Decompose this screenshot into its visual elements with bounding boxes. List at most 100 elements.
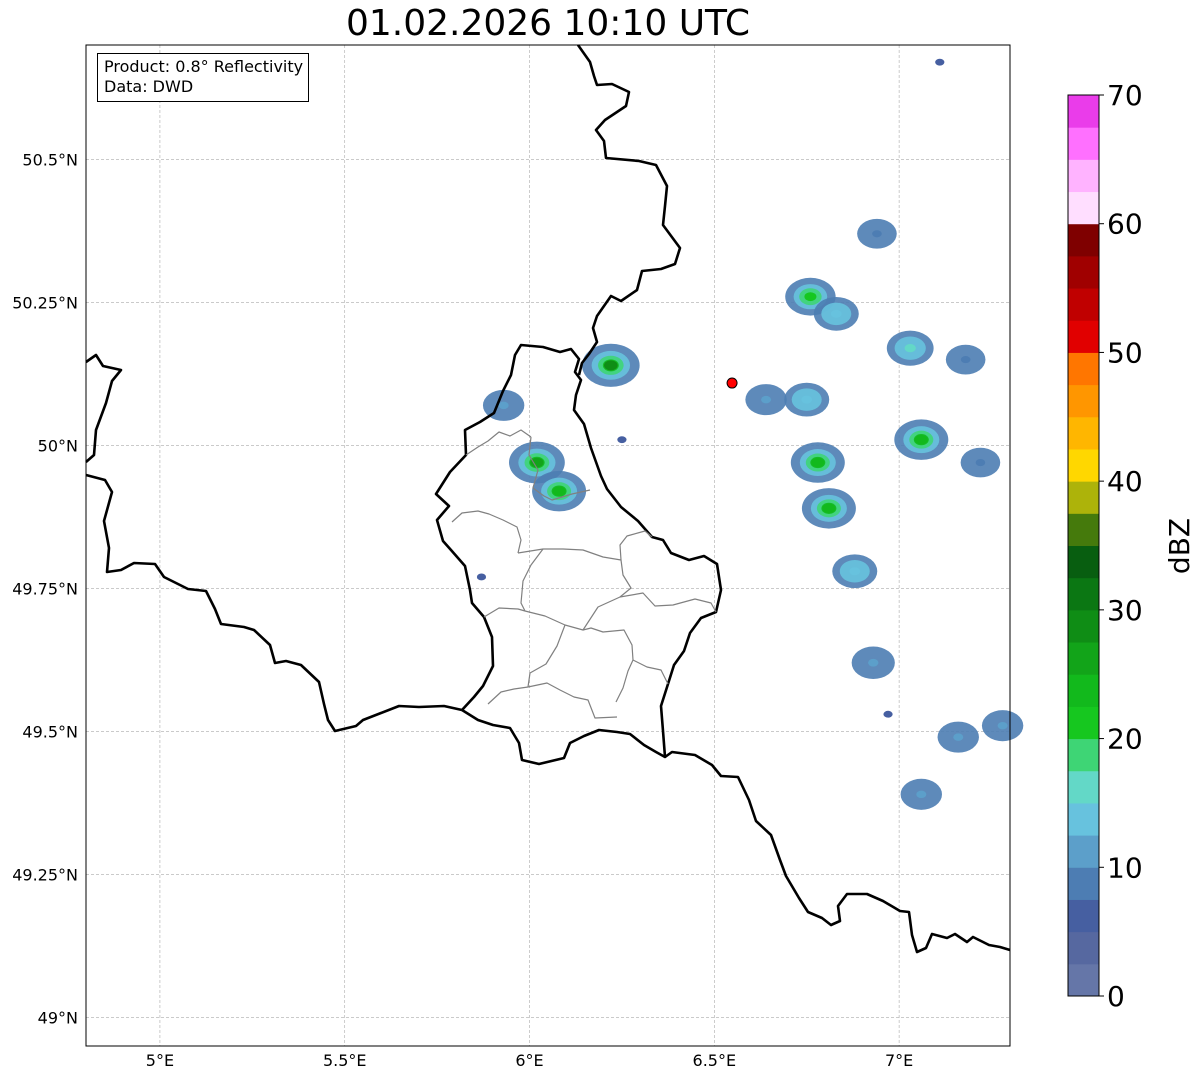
lat-tick-label: 49°N bbox=[38, 1008, 78, 1027]
colorbar-tick-label: 70 bbox=[1107, 79, 1143, 112]
colorbar-segment bbox=[1068, 255, 1099, 289]
echo-cell bbox=[857, 218, 897, 249]
colorbar-segment bbox=[1068, 642, 1099, 675]
echo-cell bbox=[937, 721, 979, 753]
echo-core bbox=[914, 434, 928, 445]
radar-site-marker bbox=[726, 377, 738, 389]
colorbar-segment bbox=[1068, 835, 1099, 868]
echo-cell bbox=[832, 554, 878, 589]
lat-tick-label: 49.5°N bbox=[22, 722, 78, 741]
colorbar-label: dBZ bbox=[1163, 518, 1196, 574]
radar-map: 5°E 5.5°E 6°E 6.5°E 7°E 49°N 49.25°N 49.5°N 49.7… bbox=[12, 44, 1196, 1070]
lat-tick-label: 50.25°N bbox=[12, 293, 78, 312]
colorbar-tick-label: 60 bbox=[1107, 208, 1143, 241]
echo-core bbox=[935, 58, 945, 66]
echo-cell bbox=[945, 344, 986, 375]
echo-cell bbox=[935, 58, 945, 66]
echo-core bbox=[822, 503, 836, 514]
echo-core bbox=[868, 658, 879, 667]
colorbar-segment bbox=[1068, 609, 1099, 643]
echo-core bbox=[761, 395, 772, 404]
colorbar-segment bbox=[1068, 352, 1099, 386]
lon-tick-label: 7°E bbox=[885, 1051, 913, 1070]
lon-tick-label: 5°E bbox=[146, 1051, 174, 1070]
colorbar-segment bbox=[1068, 223, 1099, 257]
echo-core bbox=[476, 573, 487, 581]
echo-cell bbox=[617, 436, 627, 444]
echo-core bbox=[916, 790, 927, 799]
echo-cell bbox=[900, 778, 942, 810]
echo-core bbox=[849, 567, 861, 576]
echo-cell bbox=[960, 447, 1001, 478]
info-box: Product: 0.8° Reflectivity Data: DWD bbox=[97, 53, 310, 102]
colorbar: 0 10 20 30 40 50 60 70 dBZ bbox=[1067, 79, 1196, 1013]
colorbar-segment bbox=[1068, 320, 1099, 353]
echo-cell bbox=[851, 646, 895, 679]
data-source-label: Data: DWD bbox=[104, 77, 194, 96]
echo-core bbox=[953, 733, 964, 741]
echo-cell bbox=[883, 710, 893, 718]
lon-tick-label: 6°E bbox=[515, 1051, 543, 1070]
echo-core bbox=[830, 309, 842, 318]
echo-core bbox=[960, 356, 971, 364]
lat-tick-label: 50.5°N bbox=[22, 150, 78, 169]
colorbar-segment bbox=[1068, 802, 1099, 836]
colorbar-tick-label: 40 bbox=[1107, 465, 1143, 498]
colorbar-segment bbox=[1068, 545, 1099, 579]
colorbar-segment bbox=[1068, 95, 1099, 128]
echo-cell bbox=[476, 573, 487, 581]
echo-core bbox=[997, 721, 1008, 730]
colorbar-tick-label: 0 bbox=[1107, 980, 1125, 1013]
colorbar-segment bbox=[1068, 159, 1099, 193]
echo-cell bbox=[894, 419, 949, 460]
colorbar-segment bbox=[1068, 384, 1099, 418]
echo-cell bbox=[790, 442, 845, 483]
colorbar-segment bbox=[1068, 899, 1099, 933]
colorbar-segment bbox=[1068, 867, 1099, 900]
map-title: 01.02.2026 10:10 UTC bbox=[345, 3, 751, 44]
colorbar-segment bbox=[1068, 416, 1099, 450]
echo-core bbox=[617, 436, 627, 444]
colorbar-segment bbox=[1068, 191, 1099, 225]
product-label: Product: 0.8° Reflectivity bbox=[104, 57, 304, 76]
lon-tick-label: 6.5°E bbox=[693, 1051, 737, 1070]
colorbar-segment bbox=[1068, 448, 1099, 482]
echo-cell bbox=[745, 384, 787, 416]
echo-core bbox=[904, 344, 916, 353]
radar-site-dot bbox=[726, 377, 738, 389]
echo-cell bbox=[801, 488, 856, 529]
echo-cell bbox=[784, 382, 830, 417]
echo-cell bbox=[813, 296, 859, 331]
echo-core bbox=[530, 457, 544, 468]
lat-tick-label: 50°N bbox=[38, 436, 78, 455]
lat-tick-label: 49.75°N bbox=[12, 579, 78, 598]
colorbar-tick-label: 20 bbox=[1107, 723, 1143, 756]
colorbar-segment bbox=[1068, 481, 1099, 514]
colorbar-segment bbox=[1068, 963, 1099, 997]
echo-core bbox=[604, 360, 618, 371]
colorbar-segment bbox=[1068, 577, 1099, 611]
echo-core bbox=[872, 230, 882, 238]
echo-cell bbox=[886, 330, 934, 366]
colorbar-segment bbox=[1068, 706, 1099, 740]
echo-cell bbox=[981, 710, 1024, 742]
echo-core bbox=[811, 457, 825, 468]
echo-core bbox=[975, 458, 986, 467]
colorbar-segment bbox=[1068, 674, 1099, 707]
echo-core bbox=[801, 395, 813, 404]
echo-cell bbox=[532, 470, 587, 512]
colorbar-segment bbox=[1068, 288, 1099, 321]
colorbar-tick-label: 50 bbox=[1107, 336, 1143, 369]
colorbar-segment bbox=[1068, 931, 1099, 965]
colorbar-segment bbox=[1068, 738, 1099, 772]
colorbar-segment bbox=[1068, 770, 1099, 804]
lon-tick-label: 5.5°E bbox=[323, 1051, 367, 1070]
colorbar-segment bbox=[1068, 513, 1099, 546]
echo-core bbox=[883, 710, 893, 718]
lat-tick-label: 49.25°N bbox=[12, 865, 78, 884]
echo-core bbox=[552, 486, 566, 496]
colorbar-tick-label: 10 bbox=[1107, 851, 1143, 884]
echo-core bbox=[498, 401, 509, 410]
colorbar-segment bbox=[1068, 127, 1099, 160]
colorbar-tick-label: 30 bbox=[1107, 594, 1143, 627]
